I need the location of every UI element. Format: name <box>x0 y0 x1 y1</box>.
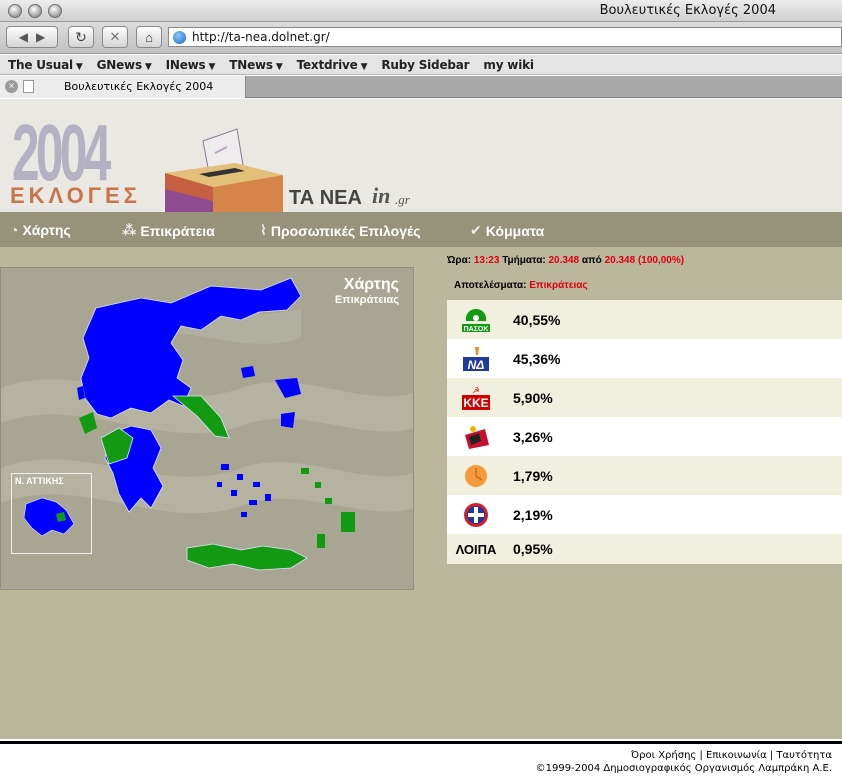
greece-election-map[interactable]: Χάρτης Επικράτειας Ν. ΑΤΤΙΚΗΣ <box>0 267 414 590</box>
reload-button[interactable]: ↻ <box>68 26 94 48</box>
svg-text:☭: ☭ <box>472 386 479 395</box>
close-window-button[interactable] <box>8 4 22 18</box>
menu-personal-choices[interactable]: ⌇ Προσωπικές Επιλογές <box>260 222 421 239</box>
copyright-text: ©1999-2004 Δημοσιογραφικός Οργανισμός Λα… <box>535 763 832 774</box>
dots-grid-icon: ⁂ <box>122 222 137 238</box>
reload-icon: ↻ <box>75 28 87 45</box>
bookmark-ruby-sidebar[interactable]: Ruby Sidebar <box>381 58 469 72</box>
globe-icon <box>173 30 186 44</box>
main-menu: ◔ Χάρτης ⁂ Επικράτεια ⌇ Προσωπικές Επιλο… <box>0 212 842 247</box>
result-row-pasok[interactable]: ΠΑΣΟΚ 40,55% <box>447 300 842 339</box>
stop-icon: ✕ <box>109 29 121 44</box>
home-icon: ⌂ <box>145 29 153 45</box>
results-scope: Επικράτειας <box>529 280 588 291</box>
logo-word: ΕΚΛΟΓΕΣ <box>10 183 141 208</box>
dropdown-caret-icon: ▼ <box>360 61 368 72</box>
result-percent: 5,90% <box>513 389 553 406</box>
result-row-kke[interactable]: ☭ ΚΚΕ 5,90% <box>447 378 842 417</box>
result-row-dikki[interactable]: 1,79% <box>447 456 842 495</box>
bookmarks-bar: The Usual ▼ GNews ▼ INews ▼ TNews ▼ Textdriv… <box>0 55 842 75</box>
result-percent: 1,79% <box>513 467 553 484</box>
result-row-others[interactable]: ΛΟΙΠΑ 0,95% <box>447 534 842 564</box>
result-row-syn[interactable]: 3,26% <box>447 417 842 456</box>
result-percent: 45,36% <box>513 350 561 367</box>
back-forward-buttons[interactable]: ◀ ▶ <box>6 26 58 48</box>
url-text[interactable]: http://ta-nea.dolnet.gr/ <box>192 30 330 44</box>
browser-toolbar: ◀ ▶ ↻ ✕ ⌂ http://ta-nea.dolnet.gr/ <box>0 22 842 54</box>
home-button[interactable]: ⌂ <box>136 26 162 48</box>
forward-arrow-icon[interactable]: ▶ <box>36 30 45 44</box>
brand-in-logo: in <box>372 183 391 208</box>
map-title: Χάρτης Επικράτειας <box>334 276 399 306</box>
checkmark-icon: ✔ <box>470 222 482 238</box>
result-percent: 2,19% <box>513 506 553 523</box>
results-table: ΠΑΣΟΚ 40,55% ΝΔ 45,36% ☭ ΚΚΕ 5,90% 3,26%… <box>447 300 842 564</box>
laos-logo-icon <box>447 501 505 529</box>
zoom-window-button[interactable] <box>48 4 62 18</box>
page-content: 2004 ΕΚΛΟΓΕΣ ΤΑ ΝΕΑ in .gr ◔ Χάρτης ⁂ Επ… <box>0 99 842 739</box>
paperclip-icon: ⌇ <box>260 222 267 238</box>
footer-divider <box>0 741 842 744</box>
dropdown-caret-icon: ▼ <box>75 61 83 72</box>
results-panel: Ώρα: 13:23 Τμήματα: 20.348 από 20.348 (1… <box>447 255 842 564</box>
contact-link[interactable]: Επικοινωνία <box>706 750 767 761</box>
sections-counted: 20.348 <box>548 255 580 266</box>
map-region-crete[interactable] <box>186 543 308 571</box>
bookmark-inews[interactable]: INews ▼ <box>166 58 216 72</box>
site-footer: Όροι Χρήσης | Επικοινωνία | Ταυτότητα ©1… <box>0 749 832 775</box>
status-line: Ώρα: 13:23 Τμήματα: 20.348 από 20.348 (1… <box>447 255 685 266</box>
menu-parties[interactable]: ✔ Κόμματα <box>470 222 544 239</box>
window-titlebar: Βουλευτικές Εκλογές 2004 <box>0 0 842 22</box>
brand-ta-nea: ΤΑ ΝΕΑ <box>289 187 362 209</box>
stop-button[interactable]: ✕ <box>102 26 128 48</box>
svg-text:ΝΔ: ΝΔ <box>468 358 485 372</box>
status-time: 13:23 <box>473 255 500 266</box>
syn-logo-icon <box>447 423 505 451</box>
bookmark-textdrive[interactable]: Textdrive ▼ <box>297 58 368 72</box>
result-row-laos[interactable]: 2,19% <box>447 495 842 534</box>
identity-link[interactable]: Ταυτότητα <box>776 750 832 761</box>
svg-text:ΚΚΕ: ΚΚΕ <box>463 396 488 410</box>
back-arrow-icon[interactable]: ◀ <box>19 30 28 44</box>
dikki-logo-icon <box>447 462 505 490</box>
attica-map-shape <box>23 497 75 537</box>
logo-year: 2004 <box>12 108 111 197</box>
brand-gr: .gr <box>395 192 410 207</box>
minimize-window-button[interactable] <box>28 4 42 18</box>
result-row-nd[interactable]: ΝΔ 45,36% <box>447 339 842 378</box>
terms-link[interactable]: Όροι Χρήσης <box>631 750 696 761</box>
menu-map[interactable]: ◔ Χάρτης <box>10 222 71 238</box>
kke-logo-icon: ☭ ΚΚΕ <box>447 384 505 412</box>
others-label: ΛΟΙΠΑ <box>455 541 497 557</box>
address-bar[interactable]: http://ta-nea.dolnet.gr/ <box>168 27 842 47</box>
dropdown-caret-icon: ▼ <box>144 61 152 72</box>
results-scope-line: Αποτελέσματα: Επικράτειας <box>454 280 588 291</box>
tab-title: Βουλευτικές Εκλογές 2004 <box>64 80 214 93</box>
menu-regions[interactable]: ⁂ Επικράτεια <box>122 222 215 239</box>
result-percent: 0,95% <box>513 541 553 557</box>
bookmark-tnews[interactable]: TNews ▼ <box>229 58 283 72</box>
bookmark-the-usual[interactable]: The Usual ▼ <box>8 58 83 72</box>
tab-elections[interactable]: × Βουλευτικές Εκλογές 2004 <box>0 76 246 98</box>
result-percent: 3,26% <box>513 428 553 445</box>
footer-links: Όροι Χρήσης | Επικοινωνία | Ταυτότητα <box>631 750 832 761</box>
result-percent: 40,55% <box>513 311 561 328</box>
dropdown-caret-icon: ▼ <box>275 61 283 72</box>
nd-logo-icon: ΝΔ <box>447 345 505 373</box>
sections-total: 20.348 (100,00%) <box>604 255 685 266</box>
tab-bar: × Βουλευτικές Εκλογές 2004 <box>0 76 842 98</box>
window-title: Βουλευτικές Εκλογές 2004 <box>599 3 776 18</box>
attica-inset-map[interactable]: Ν. ΑΤΤΙΚΗΣ <box>11 473 92 554</box>
svg-text:ΠΑΣΟΚ: ΠΑΣΟΚ <box>464 326 489 333</box>
bookmark-gnews[interactable]: GNews ▼ <box>97 58 152 72</box>
bookmark-my-wiki[interactable]: my wiki <box>483 58 534 72</box>
ballot-box-icon <box>165 128 283 213</box>
globe-map-icon: ◔ <box>10 222 19 238</box>
page-favicon-icon <box>23 80 34 93</box>
dropdown-caret-icon: ▼ <box>208 61 216 72</box>
site-header: 2004 ΕΚΛΟΓΕΣ ΤΑ ΝΕΑ in .gr <box>0 99 842 213</box>
close-tab-icon[interactable]: × <box>5 80 18 93</box>
pasok-logo-icon: ΠΑΣΟΚ <box>447 306 505 334</box>
